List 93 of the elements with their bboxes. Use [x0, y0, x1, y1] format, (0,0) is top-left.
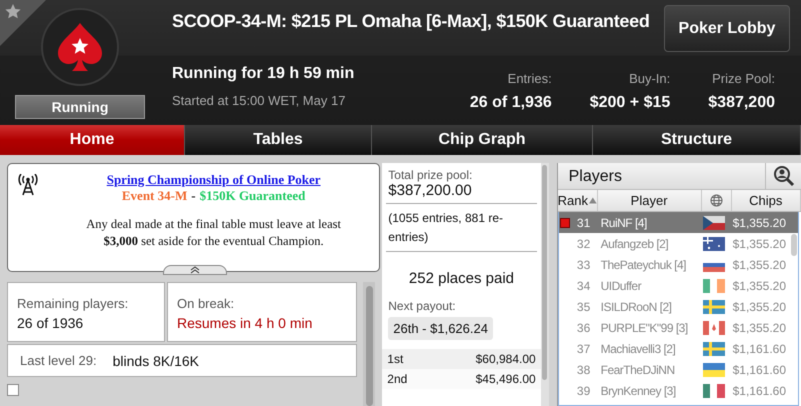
rank-text: 33 [576, 258, 592, 272]
break-label: On break: [177, 296, 236, 311]
player-name: ISILDRooN [2] [600, 300, 672, 314]
prize-amount: $45,496.00 [476, 372, 536, 386]
antenna-icon [18, 174, 38, 196]
next-payout-value: 26th - $1,626.24 [388, 317, 493, 340]
scrollbar[interactable] [363, 282, 375, 406]
checkbox[interactable] [7, 384, 19, 396]
player-name: UIDuffer [600, 278, 642, 292]
chip-count: $1,161.60 [732, 342, 787, 356]
player-row[interactable]: 37 Machiavelli3 [2] $1,161.60 [558, 338, 798, 359]
rank-text: 31 [576, 216, 592, 230]
stat-value: $200 + $15 [590, 94, 670, 112]
chip-count: $1,355.20 [732, 216, 787, 230]
flag-icon [702, 320, 725, 334]
chip-count: $1,355.20 [732, 320, 787, 334]
player-name: ThePateychuk [4] [600, 258, 687, 272]
column-header[interactable]: Rank [558, 190, 598, 211]
tab[interactable]: Tables [185, 125, 372, 155]
rank-text: 39 [576, 384, 592, 398]
place-label: 1st [387, 352, 404, 366]
flag-icon [702, 300, 725, 314]
places-paid: 252 places paid [408, 269, 516, 289]
tournament-title: SCOOP-34-M: $215 PL Omaha [6-Max], $150K Guaranteed [172, 10, 650, 32]
player-row[interactable]: 36 PURPLE"K"99 [3] $1,355.20 [558, 317, 798, 338]
chip-count: $1,355.20 [732, 300, 787, 314]
chip-count: $1,355.20 [732, 278, 787, 292]
chip-count: $1,355.20 [732, 236, 787, 250]
total-label: Total prize pool: [388, 168, 474, 182]
event-name: Event 34-M [122, 188, 188, 204]
stat-label: Entries: [508, 71, 552, 86]
separator-dash: - [191, 188, 196, 204]
prize-amount: $60,984.00 [476, 352, 536, 366]
tab[interactable]: Chip Graph [372, 125, 593, 155]
player-row[interactable]: 31 RuiNF [4] $1,355.20 [558, 212, 798, 233]
sort-arrow-icon [588, 197, 597, 204]
favorite-star-icon[interactable] [0, 0, 46, 46]
next-payout-label: Next payout: [388, 299, 457, 313]
start-time: Started at 15:00 WET, May 17 [172, 93, 346, 108]
running-time: Running for 19 h 59 min [172, 65, 354, 83]
tab[interactable]: Structure [593, 125, 801, 155]
stat-label: Buy-In: [629, 71, 670, 86]
chip-count: $1,161.60 [732, 384, 787, 398]
level-label: Last level 29: [20, 353, 97, 368]
rank-text: 32 [576, 236, 592, 250]
entries-note: (1055 entries, 881 re-entries) [388, 210, 504, 246]
rank-text: 35 [576, 300, 592, 314]
column-header[interactable]: Player [598, 190, 702, 211]
player-name: FearTheDJiNN [600, 362, 676, 376]
player-row[interactable]: 35 ISILDRooN [2] $1,355.20 [558, 296, 798, 317]
total-value: $387,200.00 [388, 182, 473, 199]
stat-value: 26 of 1,936 [470, 94, 552, 112]
rank-text: 38 [576, 362, 592, 376]
remaining-value: 26 of 1936 [17, 315, 84, 331]
announcement-text: Any deal made at the final table must leave at least $3,000 set aside for the eventual Champion. [85, 216, 342, 250]
player-name: BrynKenney [3] [600, 384, 677, 398]
flag-icon [702, 362, 725, 376]
status-ribbon: Running [15, 95, 145, 119]
place-label: 2nd [387, 372, 408, 386]
player-row[interactable]: 32 Aufangzeb [2] $1,355.20 [558, 233, 798, 254]
player-row[interactable]: 34 UIDuffer $1,355.20 [558, 275, 798, 296]
stat-label: Prize Pool: [712, 71, 775, 86]
globe-icon [710, 194, 723, 207]
player-row[interactable]: 39 BrynKenney [3] $1,161.60 [558, 380, 798, 401]
flag-icon [702, 278, 725, 292]
player-row[interactable]: 33 ThePateychuk [4] $1,355.20 [558, 254, 798, 275]
remaining-label: Remaining players: [17, 296, 130, 311]
chip-count: $1,355.20 [732, 258, 787, 272]
rank-text: 36 [576, 320, 592, 334]
player-name: PURPLE"K"99 [3] [600, 320, 689, 334]
rank-text: 37 [576, 342, 592, 356]
scoop-link[interactable]: Spring Championship of Online Poker [106, 172, 321, 188]
player-name: RuiNF [4] [600, 216, 648, 230]
stat-value: $387,200 [708, 94, 775, 112]
flag-icon [702, 216, 725, 230]
break-value: Resumes in 4 h 0 min [177, 315, 314, 331]
poker-lobby-button[interactable]: Poker Lobby [664, 5, 790, 52]
tab[interactable]: Home [0, 125, 185, 155]
player-row[interactable]: 38 FearTheDJiNN $1,161.60 [558, 359, 798, 380]
player-name: Aufangzeb [2] [600, 236, 670, 250]
level-value: blinds 8K/16K [112, 352, 200, 368]
players-title: Players [568, 167, 623, 187]
chevron-up-icon [189, 266, 201, 274]
flag-icon [702, 384, 725, 398]
column-header[interactable]: Chips [732, 190, 801, 211]
chip-count: $1,161.60 [732, 362, 787, 376]
collapse-button[interactable] [163, 265, 227, 275]
guarantee-text: $150K Guaranteed [200, 188, 306, 204]
spade-logo-icon [57, 22, 103, 72]
player-name: Machiavelli3 [2] [600, 342, 676, 356]
flag-icon [702, 236, 725, 250]
flag-icon [702, 342, 725, 356]
rank-text: 34 [576, 278, 592, 292]
